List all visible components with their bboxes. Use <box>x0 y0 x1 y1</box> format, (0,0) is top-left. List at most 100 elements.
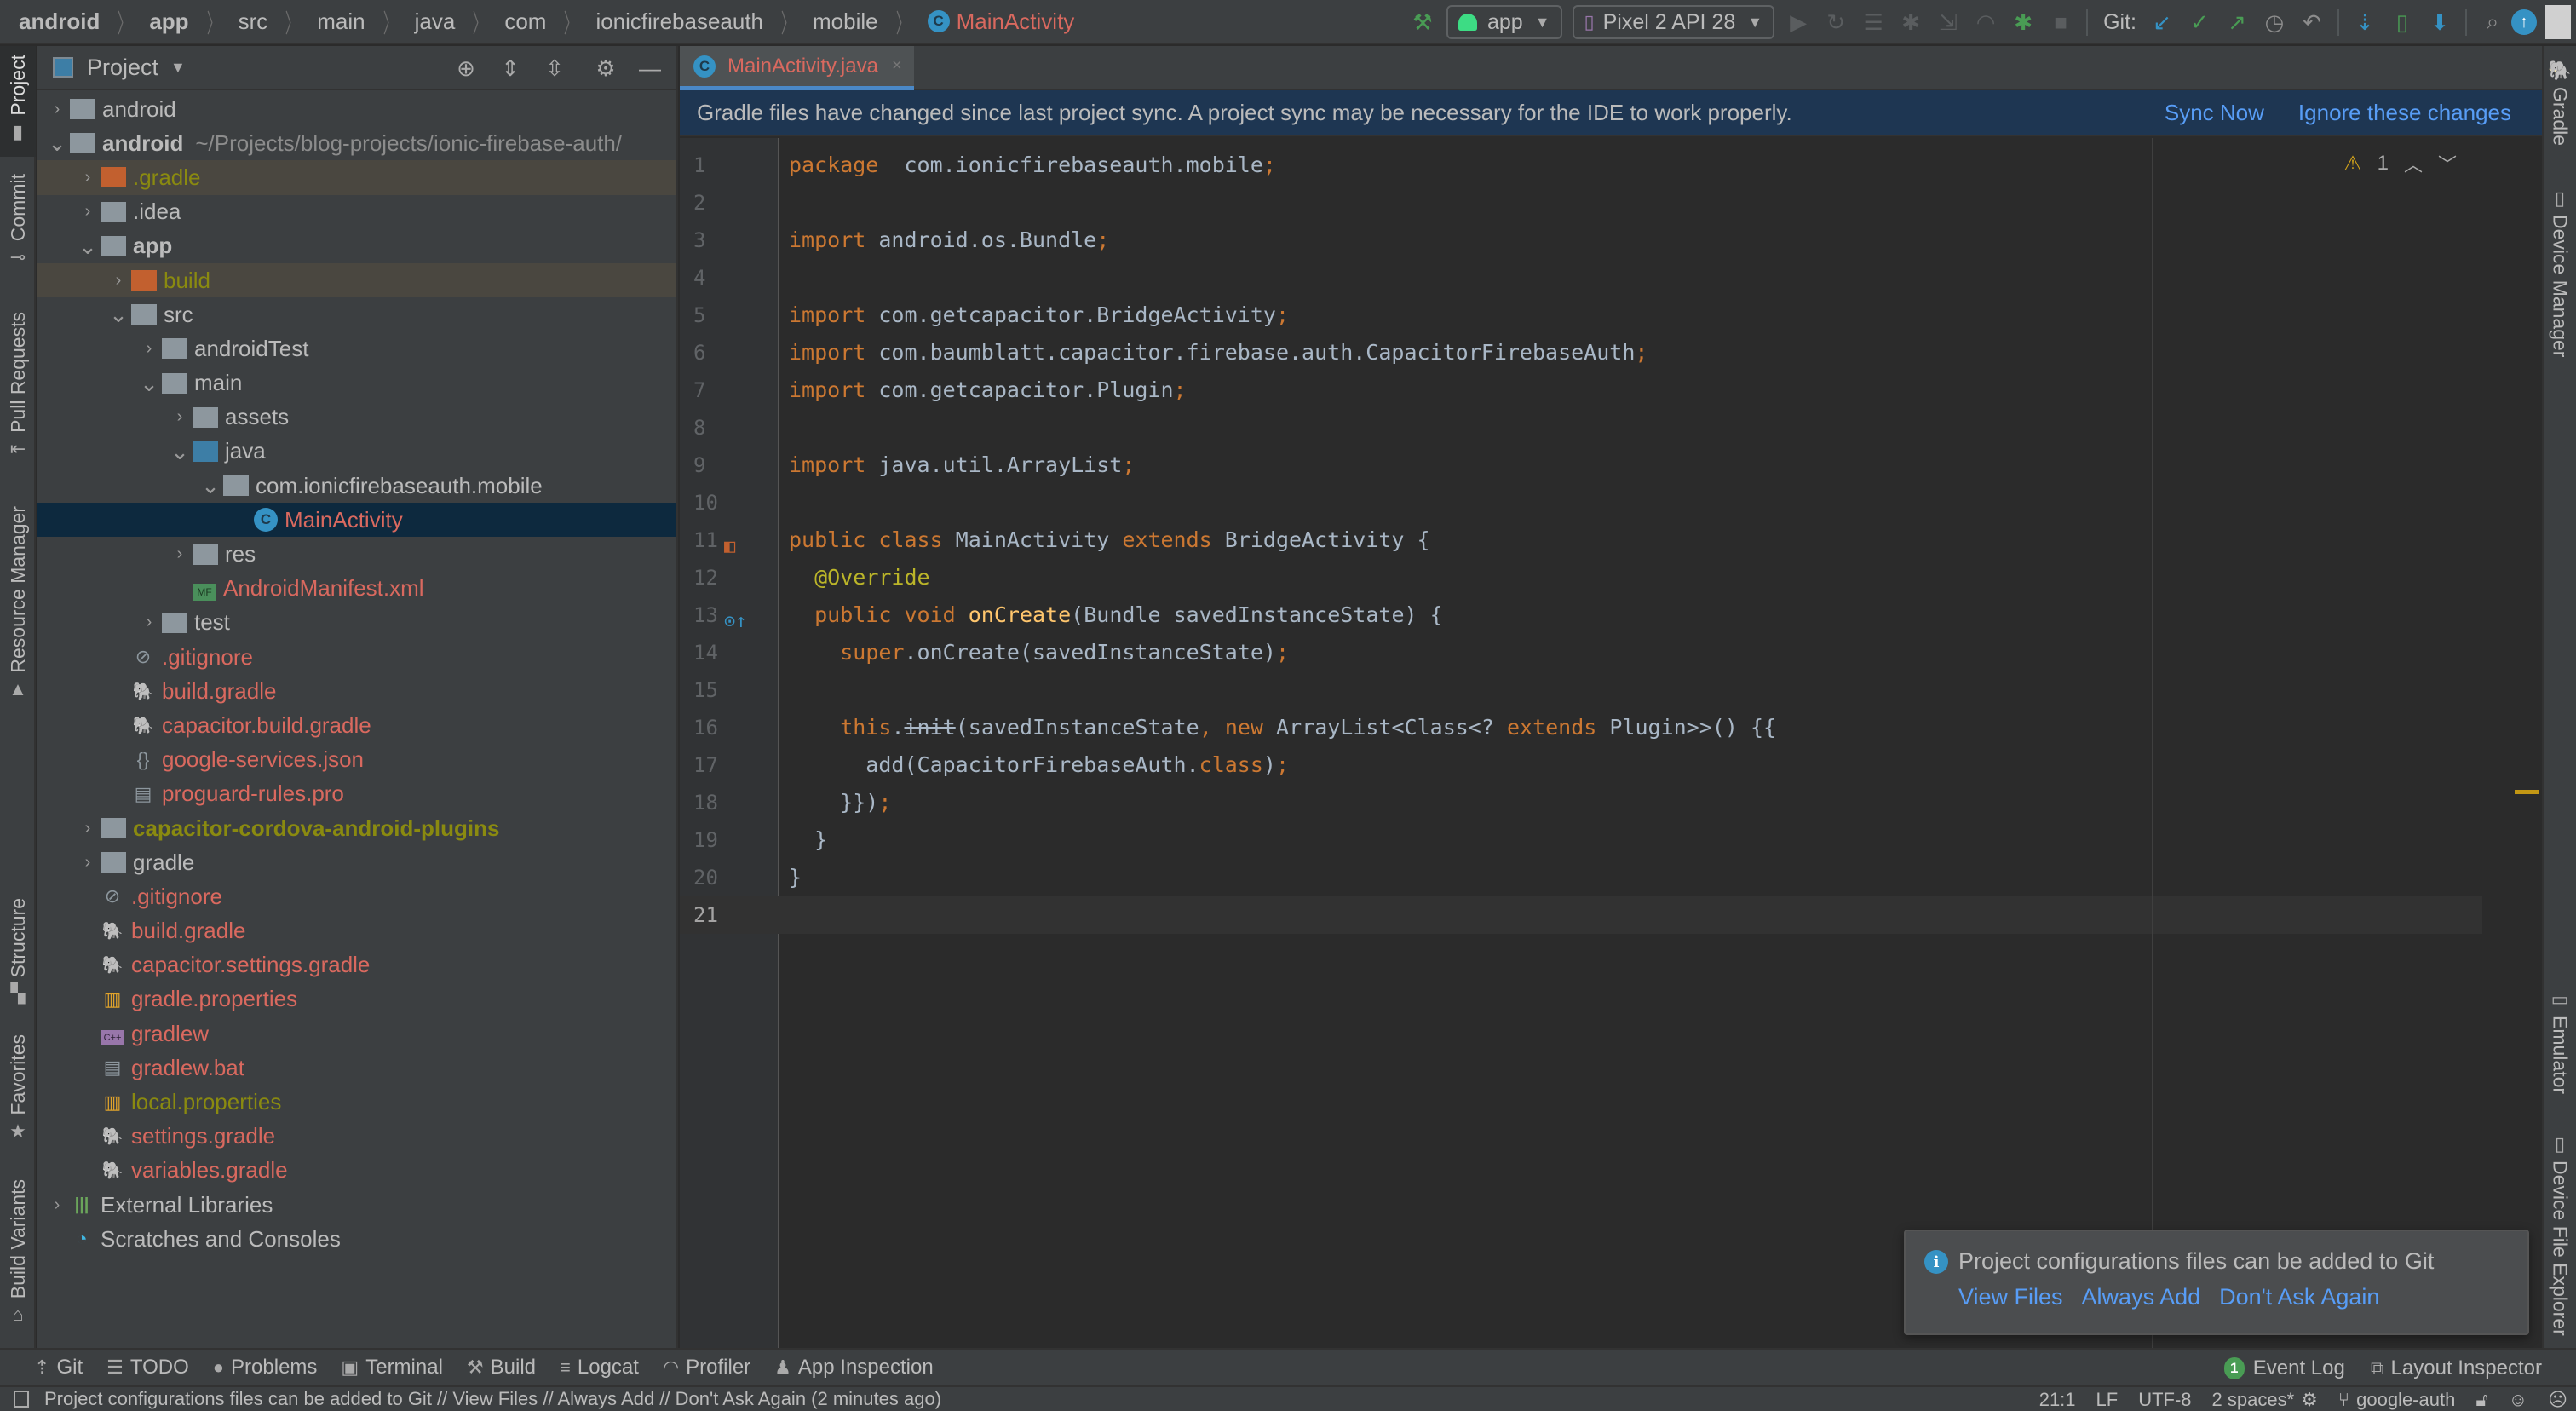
tool-build-button[interactable]: ⚒ Build <box>467 1356 536 1379</box>
line-number[interactable]: 16 <box>680 709 779 746</box>
breadcrumb-item[interactable]: ionicfirebaseauth <box>595 9 763 35</box>
tree-item[interactable]: C++ gradlew <box>37 1016 676 1051</box>
code-line[interactable]: public class MainActivity extends Bridge… <box>789 521 2482 559</box>
tree-item[interactable]: › ||| External Libraries <box>37 1188 676 1222</box>
breadcrumb-item[interactable]: android <box>19 9 100 35</box>
stripe-build-variants-button[interactable]: Build Variants ⌂ <box>0 1179 36 1341</box>
code-lines[interactable]: package com.ionicfirebaseauth.mobile; imp… <box>789 147 2482 934</box>
code-line[interactable]: } <box>789 821 2482 859</box>
apply-code-changes-icon[interactable]: ☰ <box>1854 3 1892 41</box>
tree-item[interactable]: 🐘 build.gradle <box>37 914 676 948</box>
tree-item[interactable]: ▤ proguard-rules.pro <box>37 777 676 811</box>
stripe-resource-manager-button[interactable]: Resource Manager ▲ <box>0 506 36 728</box>
stripe-commit-button[interactable]: Commit ⊸ <box>0 174 36 285</box>
code-editor[interactable]: 1 2 3 4 5 6 7 8 9 10 11 ◧ 12 13 ⊙↑ 14 15 16 17 18 19 20 21 pac… <box>680 138 2542 1348</box>
tree-item[interactable]: ⌄ src <box>37 297 676 331</box>
toggle-tool-windows-icon[interactable] <box>14 1391 29 1408</box>
tree-item[interactable]: ⌄ com.ionicfirebaseauth.mobile <box>37 469 676 503</box>
breadcrumb-item[interactable]: java <box>415 9 456 35</box>
profile-icon[interactable]: ◠ <box>1967 3 2004 41</box>
apply-changes-icon[interactable]: ↻ <box>1817 3 1854 41</box>
line-separator[interactable]: LF <box>2096 1389 2119 1411</box>
chevron-down-icon[interactable]: ⌄ <box>44 132 70 154</box>
code-line[interactable]: import com.getcapacitor.BridgeActivity; <box>789 297 2482 334</box>
tree-item[interactable]: ▥ local.properties <box>37 1085 676 1119</box>
code-line[interactable]: import com.getcapacitor.Plugin; <box>789 371 2482 409</box>
breadcrumb-item[interactable]: MainActivity <box>957 9 1075 35</box>
debug-icon[interactable]: ✱ <box>1892 3 1929 41</box>
chevron-right-icon[interactable]: › <box>44 100 70 119</box>
locate-file-icon[interactable]: ⊕ <box>448 50 484 86</box>
chevron-right-icon[interactable]: › <box>167 544 193 564</box>
chevron-right-icon[interactable]: › <box>75 819 101 838</box>
layout-inspector-button[interactable]: ⧉ Layout Inspector <box>2371 1356 2542 1380</box>
line-number[interactable]: 13 ⊙↑ <box>680 596 779 634</box>
tree-item[interactable]: 🐘 capacitor.settings.gradle <box>37 948 676 982</box>
line-number[interactable]: 15 <box>680 671 779 709</box>
tree-item[interactable]: › .gradle <box>37 160 676 195</box>
tree-item[interactable]: › test <box>37 606 676 640</box>
chevron-down-icon[interactable]: ⌄ <box>106 303 131 325</box>
code-line[interactable]: }}); <box>789 784 2482 821</box>
tree-item[interactable]: › assets <box>37 400 676 435</box>
code-line[interactable] <box>789 484 2482 521</box>
line-number[interactable]: 10 <box>680 484 779 521</box>
chevron-right-icon[interactable]: › <box>75 168 101 187</box>
stop-icon[interactable]: ■ <box>2042 3 2079 41</box>
stripe-device-manager-button[interactable]: ▯ Device Manager <box>2544 182 2576 370</box>
code-line[interactable]: add(CapacitorFirebaseAuth.class); <box>789 746 2482 784</box>
always-add-link[interactable]: Always Add <box>2082 1284 2201 1310</box>
tree-item[interactable]: › build <box>37 262 676 298</box>
git-push-icon[interactable]: ↗ <box>2218 3 2256 41</box>
git-history-icon[interactable]: ◷ <box>2256 3 2293 41</box>
tree-item[interactable]: MF AndroidManifest.xml <box>37 572 676 606</box>
stripe-device-file-explorer-button[interactable]: ▯ Device File Explorer <box>2544 1128 2576 1341</box>
breadcrumb-item[interactable]: src <box>239 9 268 35</box>
code-line[interactable]: import com.baumblatt.capacitor.firebase.… <box>789 334 2482 371</box>
attach-process-icon[interactable]: ✱ <box>2004 3 2042 41</box>
breadcrumb-item[interactable]: com <box>504 9 546 35</box>
code-line[interactable]: } <box>789 859 2482 896</box>
dont-ask-again-link[interactable]: Don't Ask Again <box>2219 1284 2379 1310</box>
run-config-select[interactable]: app ▼ <box>1446 5 1562 39</box>
tree-item[interactable]: 🐘 capacitor.build.gradle <box>37 708 676 742</box>
tool-git-button[interactable]: ⇡ Git <box>34 1356 83 1379</box>
line-number[interactable]: 20 <box>680 859 779 896</box>
stripe-favorites-button[interactable]: Favorites ★ <box>0 1034 36 1162</box>
search-icon[interactable]: ⌕ <box>2474 3 2511 41</box>
code-line[interactable] <box>789 896 2482 934</box>
expand-all-icon[interactable]: ⇕ <box>492 50 528 86</box>
avd-manager-icon[interactable]: ▯ <box>2383 3 2421 41</box>
tree-item[interactable]: ⌄ android ~/Projects/blog-projects/ionic-f… <box>37 126 676 160</box>
code-line[interactable] <box>789 184 2482 222</box>
tree-item[interactable]: › androidTest <box>37 331 676 366</box>
tree-item[interactable]: 🐘 build.gradle <box>37 674 676 708</box>
git-rollback-icon[interactable]: ↶ <box>2293 3 2331 41</box>
stripe-structure-button[interactable]: Structure ▚ <box>0 898 36 1017</box>
tree-item[interactable]: ▥ gradle.properties <box>37 982 676 1016</box>
update-icon[interactable]: ↑ <box>2511 9 2537 35</box>
tool-logcat-button[interactable]: ≡ Logcat <box>560 1356 639 1379</box>
gear-icon[interactable]: ⚙ <box>588 50 624 86</box>
tree-item[interactable]: › android <box>37 92 676 126</box>
line-number[interactable]: 8 <box>680 409 779 446</box>
line-number[interactable]: 11 ◧ <box>680 521 779 559</box>
breadcrumb-item[interactable]: mobile <box>813 9 878 35</box>
code-line[interactable] <box>789 409 2482 446</box>
chevron-down-icon[interactable]: ⌄ <box>75 235 101 257</box>
previous-highlight-icon[interactable]: ︿ <box>2404 150 2423 177</box>
breadcrumb-item[interactable]: main <box>317 9 365 35</box>
line-number[interactable]: 5 <box>680 297 779 334</box>
line-number[interactable]: 2 <box>680 184 779 222</box>
happy-feedback-icon[interactable]: ☺ <box>2509 1389 2527 1411</box>
hide-panel-icon[interactable]: — <box>632 50 668 86</box>
stripe-pull-requests-button[interactable]: Pull Requests ⇤ <box>0 312 36 474</box>
chevron-right-icon[interactable]: › <box>167 407 193 427</box>
code-line[interactable]: import java.util.ArrayList; <box>789 446 2482 484</box>
code-line[interactable]: super.onCreate(savedInstanceState); <box>789 634 2482 671</box>
chevron-down-icon[interactable]: ▼ <box>170 59 186 77</box>
tree-item[interactable]: ⊘ .gitignore <box>37 640 676 674</box>
stripe-gradle-button[interactable]: 🐘 Gradle <box>2544 55 2576 157</box>
next-highlight-icon[interactable]: ﹀ <box>2438 150 2457 177</box>
git-update-icon[interactable]: ↙ <box>2143 3 2181 41</box>
